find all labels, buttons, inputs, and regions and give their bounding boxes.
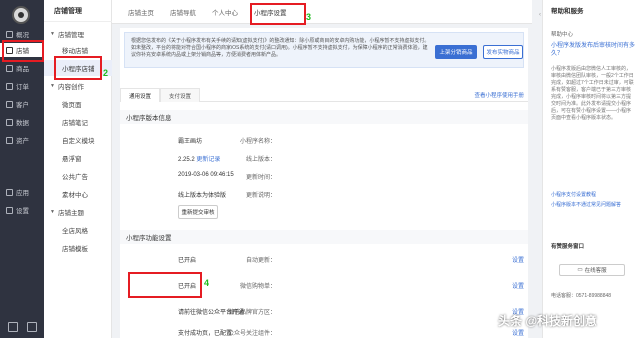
triangle-down-icon: ▼ <box>50 83 55 89</box>
triangle-down-icon: ▼ <box>50 31 55 37</box>
highlight-box-3 <box>250 3 306 25</box>
online-service-button[interactable]: ▭ 在线客服 <box>559 264 625 276</box>
submenu-item-store-style[interactable]: 全店风格 <box>44 222 112 238</box>
annotation-number-4: 4 <box>204 278 210 288</box>
help-panel-title: 帮助和服务 <box>551 8 584 15</box>
shopping-list-settings-link[interactable]: 设置 <box>512 281 524 290</box>
help-question[interactable]: 小程序发版发布后审核时间有多久？ <box>551 42 635 58</box>
order-icon <box>6 82 13 90</box>
auto-update-settings-link[interactable]: 设置 <box>512 255 524 264</box>
customer-icon <box>6 100 13 108</box>
feature-row-follow-component: 公众号关注组件： 支付成功页，已配置 设置 <box>120 328 528 338</box>
manual-link[interactable]: 查看小程序使用手册 <box>474 91 524 99</box>
publish-physical-goods-button[interactable]: 发布实物商品 <box>483 45 523 59</box>
submenu-item-store-template[interactable]: 店铺模板 <box>44 240 112 256</box>
phone-service: 电话客服：0571-89988848 <box>551 293 612 299</box>
submenu-item-public-ads[interactable]: 公共广告 <box>44 168 112 184</box>
highlight-box-4 <box>128 272 202 298</box>
top-tabs: 店铺主页 店铺导航 个人中心 小程序设置 <box>112 0 532 24</box>
service-window-title: 有赞服务窗口 <box>551 244 585 250</box>
version-row-time: 更新时间： 2019-03-06 09:46:15 <box>178 172 276 181</box>
submenu-item-store-notes[interactable]: 店铺笔记 <box>44 114 112 130</box>
version-row-desc: 更新说明： 线上版本为体验版 <box>178 193 276 199</box>
feature-row-brand-zone: 微信品牌官方区： 请前往微信公众平台开通 设置 <box>120 307 528 317</box>
annotation-number-2: 2 <box>103 68 109 78</box>
search-icon[interactable] <box>8 322 18 332</box>
tab-store-home[interactable]: 店铺主页 <box>128 0 154 24</box>
feature-row-auto-update: 自动更新： 已开启 设置 <box>120 255 528 265</box>
notice-text: 根据您信发布的《关于小程序发布有关手续的请知(虚拟支付)》的整改通知：除小原或商… <box>131 38 430 58</box>
apps-icon <box>6 188 13 196</box>
message-icon[interactable] <box>27 322 37 332</box>
watermark: 头条 @科技新创意 <box>498 314 598 328</box>
help-link-payment-tutorial[interactable]: 小程序支付设置教程 <box>551 192 635 199</box>
highlight-box-2 <box>54 56 102 80</box>
overview-icon <box>6 30 13 38</box>
version-section-header: 小程序版本信息 <box>120 110 528 124</box>
secondary-nav-title: 店铺管理 <box>44 0 112 22</box>
help-panel: ‹ 帮助和服务 帮助中心 小程序发版发布后审核时间有多久？ 小程序发版后由您微信… <box>539 0 640 338</box>
secondary-nav: 店铺管理 ▼ 店铺管理 移动店铺 小程序店铺 ▼ 内容创作 微页面 店铺笔记 自定义… <box>44 0 112 338</box>
help-answer: 小程序发版后由您微信人工审核的，审核由微信团队审核，一般2个工作日完成，如超过7… <box>551 66 634 121</box>
highlight-box-1 <box>2 40 44 62</box>
submenu-item-material-center[interactable]: 素材中心 <box>44 186 112 202</box>
list-distribution-goods-button[interactable]: 上架分销商品 <box>435 45 477 59</box>
settings-icon <box>6 206 13 214</box>
subtab-general-settings[interactable]: 通用设置 <box>120 88 160 102</box>
collapse-icon[interactable]: ‹ <box>539 12 542 26</box>
update-log-link[interactable]: 更新记录 <box>196 157 220 163</box>
nav-item-overview[interactable]: 概况 <box>0 27 44 41</box>
submenu-group-store[interactable]: ▼ 店铺管理 <box>44 26 112 42</box>
settings-subtabs: 通用设置 支付设置 查看小程序使用手册 <box>120 88 528 102</box>
triangle-down-icon: ▼ <box>50 209 55 215</box>
submenu-item-micropage[interactable]: 微页面 <box>44 96 112 112</box>
data-icon <box>6 118 13 126</box>
nav-item-apps[interactable]: 应用 <box>0 185 44 199</box>
submenu-item-custom-module[interactable]: 自定义模块 <box>44 132 112 148</box>
goods-icon <box>6 64 13 72</box>
nav-item-goods[interactable]: 商品 <box>0 61 44 75</box>
help-link-version-faq[interactable]: 小程序版本不通过常见问题解答 <box>551 202 635 209</box>
help-center-label: 帮助中心 <box>551 32 574 38</box>
annotation-number-3: 3 <box>306 12 312 22</box>
chat-icon: ▭ <box>577 267 583 273</box>
nav-item-order[interactable]: 订单 <box>0 79 44 93</box>
features-section-header: 小程序功能设置 <box>120 230 528 244</box>
submenu-group-theme[interactable]: ▼ 店铺主题 <box>44 204 112 220</box>
follow-component-settings-link[interactable]: 设置 <box>512 328 524 337</box>
nav-item-settings[interactable]: 设置 <box>0 203 44 217</box>
nav-item-customer[interactable]: 客户 <box>0 97 44 111</box>
resubmit-review-button[interactable]: 重新提交审核 <box>178 205 218 219</box>
notice-banner: 根据您信发布的《关于小程序发布有关手续的请知(虚拟支付)》的整改通知：除小原或商… <box>124 32 524 68</box>
submenu-group-content[interactable]: ▼ 内容创作 <box>44 78 112 94</box>
nav-item-data[interactable]: 数据 <box>0 115 44 129</box>
version-row-name: 小程序名称： 霸王画坊 <box>178 139 276 145</box>
version-row-online: 线上版本： 2.25.2 更新记录 <box>178 157 276 163</box>
asset-icon <box>6 136 13 144</box>
avatar[interactable] <box>12 6 30 24</box>
submenu-item-floating-window[interactable]: 悬浮窗 <box>44 150 112 166</box>
nav-item-asset[interactable]: 资产 <box>0 133 44 147</box>
tab-personal-center[interactable]: 个人中心 <box>212 0 238 24</box>
tab-store-nav[interactable]: 店铺导航 <box>170 0 196 24</box>
subtab-payment-settings[interactable]: 支付设置 <box>160 88 200 102</box>
